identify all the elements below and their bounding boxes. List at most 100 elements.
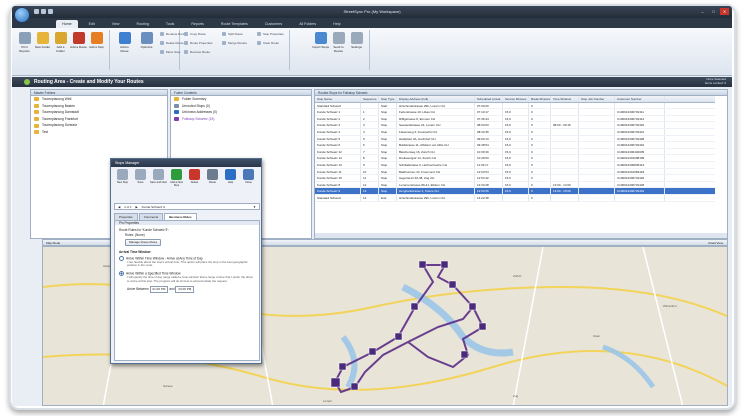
dialog-toolbar-button-6[interactable]: Help bbox=[222, 169, 239, 187]
table-cell: 15,0 bbox=[503, 155, 529, 161]
ribbon-small-button-5[interactable]: Reverse Route bbox=[184, 50, 210, 54]
ribbon-button-0[interactable]: Print Reports bbox=[16, 32, 33, 53]
table-row[interactable]: Standard Schweiz 14 End Hirschmattstrasse 2… bbox=[315, 194, 715, 202]
specified-window-radio[interactable] bbox=[119, 271, 124, 276]
menu-route-templates[interactable]: Route Templates bbox=[215, 20, 254, 28]
column-header[interactable]: Sequence bbox=[361, 96, 379, 102]
any-time-radio[interactable] bbox=[119, 255, 124, 261]
menu-customers[interactable]: Customers bbox=[259, 20, 288, 28]
menu-help[interactable]: Help bbox=[327, 20, 346, 28]
manage-route-rules-button[interactable]: Manage Route Rules bbox=[125, 238, 162, 246]
column-header[interactable]: Display Address (Full) bbox=[397, 96, 475, 102]
menu-edit[interactable]: Edit bbox=[83, 20, 101, 28]
undo-icon[interactable] bbox=[41, 9, 46, 14]
dialog-toolbar-button-7[interactable]: Close bbox=[240, 169, 257, 187]
table-row[interactable]: Kunde Schweiz 8 12 Stop Luzernerstrasse 89-… bbox=[315, 181, 715, 189]
ribbon-button-4[interactable]: Add a Stop bbox=[88, 32, 105, 50]
table-row[interactable]: Kunde Schweiz 13 9 Stop Schiltalstrasse 6, … bbox=[315, 161, 715, 169]
tab-business-rules[interactable]: Business Rules bbox=[164, 213, 197, 220]
dialog-toolbar-button-4[interactable]: Delete bbox=[186, 169, 203, 187]
column-header[interactable]: Stop Name bbox=[315, 96, 361, 102]
table-row[interactable]: Kunde Schweiz 14 8 Stop Dreikoenigstr 14, Z… bbox=[315, 155, 715, 162]
time-from-input[interactable]: 01:00 PM bbox=[149, 286, 169, 293]
ribbon-small-button-6[interactable]: Split Route bbox=[222, 32, 243, 36]
ribbon-button-7[interactable]: Import Stops bbox=[312, 32, 329, 50]
column-header[interactable]: Stop Job Number bbox=[579, 96, 615, 102]
table-row[interactable]: Kunde Schweiz 12 7 Stop Bleicherweg 16, Zur… bbox=[315, 148, 715, 156]
stop-selector[interactable]: Kunde Schweiz 9 bbox=[142, 205, 165, 209]
ribbon-button-1[interactable]: New Folder bbox=[34, 32, 51, 50]
dialog-toolbar-button-3[interactable]: Add a New Stop bbox=[168, 169, 185, 187]
table-row[interactable]: Kunde Schweiz 9 13 Stop Hergiswilstrasse 4,… bbox=[315, 188, 715, 195]
column-header[interactable]: Service Minutes bbox=[503, 96, 529, 102]
column-header[interactable]: Customer Number bbox=[615, 96, 665, 102]
menu-home[interactable]: Home bbox=[56, 20, 78, 28]
folder-item[interactable]: Tourenplanung Basten bbox=[31, 103, 167, 110]
contents-item[interactable]: Unrouted Stops (0) bbox=[171, 103, 311, 110]
dialog-toolbar-button-0[interactable]: New Stop bbox=[114, 169, 131, 187]
column-header[interactable]: Scheduled Arrival bbox=[475, 96, 503, 102]
close-button[interactable]: ✕ bbox=[720, 8, 729, 15]
column-header[interactable]: Break Minutes bbox=[529, 96, 551, 102]
maximize-button[interactable]: □ bbox=[709, 8, 718, 15]
table-row[interactable]: Kunde Schweiz 4 4 Stop Felsenweg 3, Kussnac… bbox=[315, 128, 715, 136]
table-row[interactable]: Standard Schweiz Start Hirschmattstrasse 2… bbox=[315, 102, 715, 110]
redo-icon[interactable] bbox=[48, 9, 53, 14]
ribbon-button-2[interactable]: Add a Folder bbox=[52, 32, 69, 53]
ribbon-button-6[interactable]: Optimize bbox=[138, 32, 155, 50]
dialog-toolbar-button-1[interactable]: Save bbox=[132, 169, 149, 187]
folder-item[interactable]: Tourenplanung Damstadt bbox=[31, 109, 167, 116]
application-menu-button[interactable] bbox=[14, 7, 30, 23]
column-header[interactable]: Stop Type bbox=[379, 96, 397, 102]
menu-tools[interactable]: Tools bbox=[160, 20, 180, 28]
dialog-toolbar-label: Delete bbox=[190, 181, 199, 184]
folder-item[interactable]: Test bbox=[31, 129, 167, 136]
menu-all-folders[interactable]: All Folders bbox=[293, 20, 322, 28]
ribbon-small-button-3[interactable]: Copy Route bbox=[184, 32, 206, 36]
table-row[interactable]: Kunde Schweiz 15 11 Stop Aegerterstr 46-48,… bbox=[315, 175, 715, 182]
table-row[interactable]: Kunde Schweiz 5 5 Stop Hasliplatz 4A, Hochd… bbox=[315, 135, 715, 143]
ribbon-button-9[interactable]: Settings bbox=[348, 32, 365, 50]
time-to-input[interactable]: 03:00 PM bbox=[175, 286, 195, 293]
folder-item[interactable]: Tourenplanung Schweiz bbox=[31, 122, 167, 129]
horizontal-scrollbar[interactable] bbox=[315, 233, 727, 238]
menu-view[interactable]: View bbox=[106, 20, 126, 28]
column-header[interactable]: Time Window bbox=[551, 96, 579, 102]
folder-item[interactable]: Tourenplanung Frankfurt bbox=[31, 116, 167, 123]
dropdown-chevron-icon[interactable]: ▼ bbox=[253, 204, 256, 210]
contents-item[interactable]: Unknown Addresses (0) bbox=[171, 109, 311, 116]
table-cell: Kunde Schweiz 11 bbox=[315, 168, 361, 175]
ribbon-button-5[interactable]: Add to Route bbox=[116, 32, 133, 53]
tab-properties[interactable]: Properties bbox=[114, 213, 138, 220]
map-mode-label[interactable]: Map Mode bbox=[46, 241, 60, 245]
menu-bar: Home Edit View Routing Tools Reports Route Tem… bbox=[12, 18, 732, 28]
ribbon-small-button-1[interactable]: Delete Route bbox=[160, 41, 184, 45]
table-row[interactable]: Kunde Schweiz 3 3 Stop Seeweidstrasse 22, L… bbox=[315, 122, 715, 129]
save-icon[interactable] bbox=[34, 9, 39, 14]
contents-item[interactable]: Folder Summary bbox=[171, 96, 311, 103]
ribbon-small-button-2[interactable]: Move Stop bbox=[160, 50, 180, 54]
minimize-button[interactable]: – bbox=[698, 8, 707, 15]
menu-routing[interactable]: Routing bbox=[131, 20, 155, 28]
nav-first-icon[interactable]: ◀ bbox=[115, 205, 123, 209]
table-cell bbox=[579, 181, 615, 188]
folder-item[interactable]: Tourenplanung Wirtl bbox=[31, 96, 167, 103]
tab-comments[interactable]: Comments bbox=[138, 213, 164, 220]
table-cell: 15,0 bbox=[503, 128, 529, 135]
ribbon-small-button-0[interactable]: Rename Route bbox=[160, 32, 186, 36]
ribbon-small-button-8[interactable]: Stop Properties bbox=[257, 32, 284, 36]
menu-reports[interactable]: Reports bbox=[185, 20, 210, 28]
table-row[interactable]: Kunde Schweiz 6 6 Stop Buldstrasse 11, Affo… bbox=[315, 142, 715, 149]
ribbon-small-button-4[interactable]: Route Properties bbox=[184, 41, 213, 45]
dialog-toolbar-button-5[interactable]: Route bbox=[204, 169, 221, 187]
contents-item[interactable]: Folkstop Schweiz (15) bbox=[171, 116, 311, 123]
table-row[interactable]: Kunde Schweiz 1 1 Stop Ferlerstrasse 10, Li… bbox=[315, 109, 715, 116]
ribbon-small-button-7[interactable]: Merge Routes bbox=[222, 41, 247, 45]
ribbon-button-8[interactable]: Send to Device bbox=[330, 32, 347, 53]
dialog-toolbar-button-2[interactable]: Save and Next bbox=[150, 169, 167, 187]
table-row[interactable]: Kunde Schweiz 2 2 Stop Riffigstrasse 8, Emm… bbox=[315, 115, 715, 123]
nav-next-icon[interactable]: ▶ bbox=[133, 205, 141, 209]
ribbon-button-3[interactable]: Add a Route bbox=[70, 32, 87, 50]
table-row[interactable]: Kunde Schweiz 11 10 Stop Badbrunnen 44, Fru… bbox=[315, 168, 715, 176]
ribbon-small-button-9[interactable]: Clear Route bbox=[257, 41, 279, 45]
